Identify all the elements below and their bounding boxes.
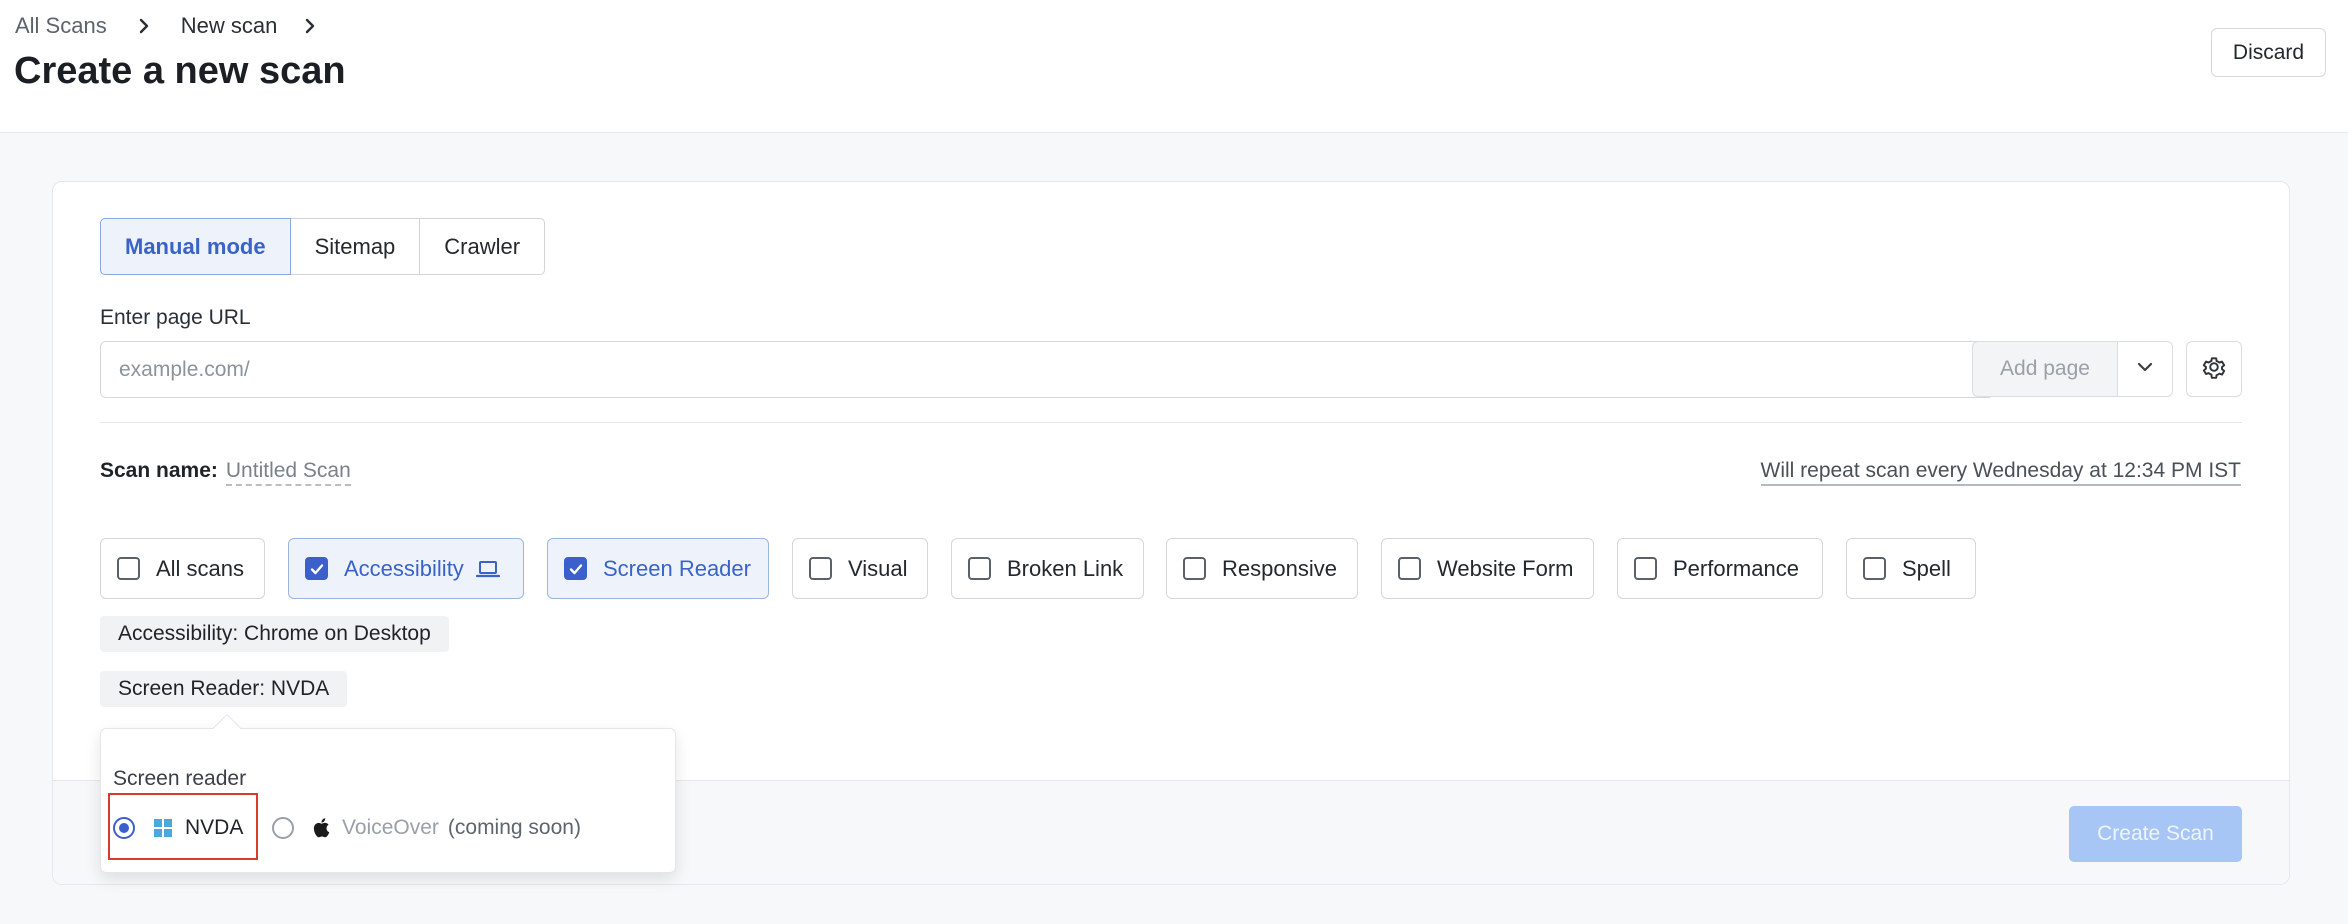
apple-icon	[312, 817, 330, 838]
add-page-group: Add page	[1972, 341, 2173, 397]
screen-reader-config-tag[interactable]: Screen Reader: NVDA	[100, 671, 348, 707]
scan-type-performance[interactable]: Performance	[1617, 538, 1823, 599]
radio-voiceover[interactable]	[272, 816, 294, 839]
screen-reader-popover: Screen reader NVDA VoiceOver (coming soo…	[100, 728, 676, 873]
url-label: Enter page URL	[100, 306, 251, 329]
scan-type-label: Spell	[1902, 555, 1951, 581]
checkbox-checked[interactable]	[305, 557, 328, 580]
scan-type-responsive[interactable]: Responsive	[1166, 538, 1358, 599]
chevron-right-icon	[295, 17, 325, 35]
breadcrumb-all-scans[interactable]: All Scans	[15, 13, 107, 39]
checkbox-checked[interactable]	[564, 557, 587, 580]
checkbox[interactable]	[117, 557, 140, 580]
tab-sitemap[interactable]: Sitemap	[289, 218, 421, 275]
popover-title: Screen reader	[113, 767, 247, 790]
chevron-down-icon	[2136, 360, 2154, 378]
page-header: All Scans New scan Create a new scan Dis…	[0, 0, 2348, 133]
add-page-dropdown-button[interactable]	[2118, 341, 2173, 397]
scan-type-screen-reader[interactable]: Screen Reader	[547, 538, 769, 599]
scan-type-label: Responsive	[1222, 555, 1337, 581]
checkbox[interactable]	[1634, 557, 1657, 580]
scan-type-label: Performance	[1673, 555, 1799, 581]
scan-type-all-scans[interactable]: All scans	[100, 538, 265, 599]
scan-type-label: Broken Link	[1007, 555, 1124, 581]
gear-icon	[2201, 354, 2227, 385]
chevron-right-icon	[129, 17, 159, 35]
laptop-icon	[475, 559, 500, 579]
scan-type-visual[interactable]: Visual	[792, 538, 928, 599]
checkbox[interactable]	[1183, 557, 1206, 580]
checkbox[interactable]	[809, 557, 832, 580]
page-url-input[interactable]	[100, 341, 1994, 398]
checkbox[interactable]	[1863, 557, 1886, 580]
scan-type-broken-link[interactable]: Broken Link	[951, 538, 1144, 599]
breadcrumb-new-scan[interactable]: New scan	[181, 13, 278, 39]
scan-type-label: Screen Reader	[603, 555, 751, 581]
settings-button[interactable]	[2186, 341, 2242, 397]
discard-button[interactable]: Discard	[2211, 28, 2326, 77]
scan-type-label: Visual	[848, 555, 908, 581]
add-page-button[interactable]: Add page	[1972, 341, 2118, 397]
schedule-link[interactable]: Will repeat scan every Wednesday at 12:3…	[1760, 459, 2241, 486]
coming-soon-note: (coming soon)	[447, 815, 581, 839]
divider	[100, 422, 2242, 423]
option-voiceover[interactable]: VoiceOver (coming soon)	[272, 795, 581, 860]
checkbox[interactable]	[968, 557, 991, 580]
accessibility-config-tag[interactable]: Accessibility: Chrome on Desktop	[100, 616, 449, 652]
scan-type-website-form[interactable]: Website Form	[1381, 538, 1594, 599]
mode-tabs: Manual mode Sitemap Crawler	[100, 218, 546, 275]
scan-type-accessibility[interactable]: Accessibility	[288, 538, 524, 599]
checkbox[interactable]	[1398, 557, 1421, 580]
breadcrumb: All Scans New scan	[15, 11, 347, 41]
tab-crawler[interactable]: Crawler	[419, 218, 546, 275]
option-label-voiceover: VoiceOver	[342, 815, 439, 839]
scan-type-label: Website Form	[1437, 555, 1574, 581]
page-title: Create a new scan	[14, 50, 346, 92]
scan-name: Scan name: Untitled Scan	[100, 459, 351, 486]
scan-name-label: Scan name:	[100, 459, 218, 482]
selection-highlight	[108, 793, 258, 860]
tab-manual-mode[interactable]: Manual mode	[100, 218, 291, 275]
create-scan-button[interactable]: Create Scan	[2069, 806, 2242, 862]
scan-type-label: Accessibility	[344, 555, 464, 581]
scan-type-spell[interactable]: Spell	[1846, 538, 1976, 599]
scan-name-value[interactable]: Untitled Scan	[225, 459, 351, 486]
scan-type-label: All scans	[156, 555, 245, 581]
